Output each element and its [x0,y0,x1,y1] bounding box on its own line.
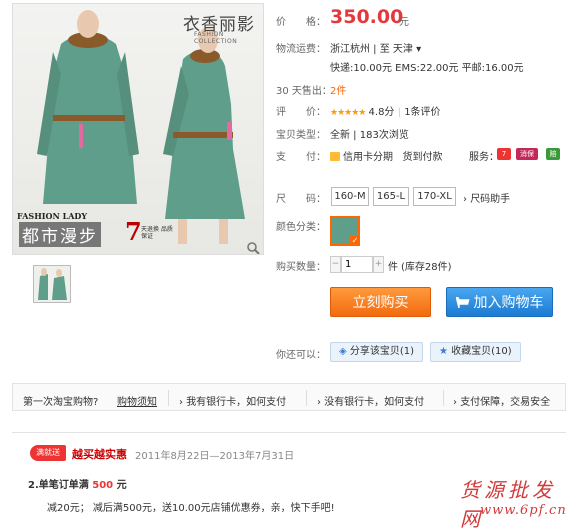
item-type-value: 全新 | 183次浏览 [330,130,409,141]
first-time-shopping-text: 第一次淘宝购物? [23,397,99,408]
promotion-period: 2011年8月22日—2013年7月31日 [135,451,295,462]
rating-label: 评 价： [276,107,326,118]
shopping-guide-link[interactable]: 购物须知 [117,393,157,408]
watermark-url: www.6pf.cn [480,503,567,518]
return-policy-text: 天退换 品质保证 [141,226,173,240]
consumer-protection-icon[interactable]: 消保 [516,148,538,160]
quantity-input[interactable] [341,256,373,273]
price-value: 350.00 [330,6,404,28]
promotion-title: 越买越实惠 [72,448,127,461]
review-count-link[interactable]: 1条评价 [404,107,440,118]
payment-label: 支 付： [276,152,326,163]
add-to-cart-label: 加入购物车 [473,295,544,311]
promotion-rule-amount: 500 [92,480,114,491]
thumbnail-dress-illustration [38,268,67,300]
promotion-badge: 满就送 [30,445,66,461]
divider [443,390,444,406]
thumbnail-image[interactable] [33,265,71,303]
stock-info: (库存28件) [401,262,452,273]
help-link-bank-card[interactable]: › 我有银行卡，如何支付 [179,393,286,408]
price-unit: 元 [399,17,409,28]
share-label: 你还可以： [276,350,326,361]
help-link-payment-security[interactable]: › 支付保障，交易安全 [453,393,550,408]
favorite-button-label: 收藏宝贝(10) [451,346,512,357]
item-type-label: 宝贝类型： [276,130,326,141]
fashion-lady-text: FASHION LADY [17,211,88,221]
share-button-label: 分享该宝贝(1) [349,346,415,357]
seven-day-return-icon[interactable]: 7 [497,148,511,160]
shipping-fees: 快递:10.00元 EMS:22.00元 平邮:16.00元 [330,63,524,74]
divider [168,390,169,406]
service-label: 服务： [469,152,499,163]
quantity-unit: 件 [388,262,398,273]
compensation-icon[interactable]: 赔 [546,148,560,160]
size-label: 尺 码： [276,194,326,205]
promotion-rule-prefix: 2.单笔订单满 [28,480,89,491]
cart-icon [455,297,470,308]
credit-card-icon [330,152,340,161]
size-option-165l[interactable]: 165-L [373,187,409,206]
share-icon: ◈ [339,346,350,357]
rating-block: ★★★★★ 4.8分 | 1条评价 [330,107,441,118]
quantity-decrease-button[interactable]: − [330,256,341,273]
help-link-no-bank-card-label: 没有银行卡，如何支付 [324,397,425,408]
brand-subtitle: FASHION COLLECTION [194,31,238,45]
size-option-170xl[interactable]: 170-XL [413,187,456,206]
sales-count: 2件 [330,86,347,97]
share-button[interactable]: ◈ 分享该宝贝(1) [330,342,424,362]
price-label: 价 格： [276,17,326,28]
help-link-no-bank-card[interactable]: › 没有银行卡，如何支付 [317,393,424,408]
divider [306,390,307,406]
size-helper-link[interactable]: › 尺码助手 [463,190,510,205]
quantity-increase-button[interactable]: + [373,256,384,273]
color-label: 颜色分类： [276,222,326,233]
logistics-label: 物流运费： [276,44,326,55]
selected-check-icon: ✓ [350,236,360,246]
watermark-text: 货源批发网 [460,478,556,530]
star-icon: ★ [439,346,452,357]
credit-installment[interactable]: 信用卡分期 [343,152,393,163]
help-link-bank-card-label: 我有银行卡，如何支付 [186,397,287,408]
payment-options: 信用卡分期 货到付款 [330,148,443,163]
favorite-button[interactable]: ★ 收藏宝贝(10) [430,342,521,362]
slogan-text: 都市漫步 [19,222,101,247]
quantity-label: 购买数量： [276,262,326,273]
color-swatch-green[interactable]: ✓ [330,216,360,246]
promotion-rule-suffix: 元 [116,480,127,491]
shipping-route[interactable]: 浙江杭州 | 至 天津 ▾ [330,40,421,55]
size-option-160m[interactable]: 160-M [331,187,369,206]
cash-on-delivery[interactable]: 货到付款 [403,152,443,163]
add-to-cart-button[interactable]: 加入购物车 [446,287,553,317]
buy-now-button[interactable]: 立刻购买 [330,287,431,317]
zoom-icon[interactable] [246,241,260,255]
return-days-number: 7 [125,217,142,246]
promotion-rule: 2.单笔订单满 500 元 [28,476,127,491]
size-helper-label: 尺码助手 [470,194,511,205]
sales-label: 30 天售出： [276,86,332,97]
promotion-detail: 减20元； 减后满500元，送10.00元店铺优惠券，亲，快下手吧! [47,503,335,514]
shopping-help-bar: 第一次淘宝购物? 购物须知 › 我有银行卡，如何支付 › 没有银行卡，如何支付 … [12,383,566,411]
rating-score: 4.8分 [368,107,395,118]
rating-stars-icon: ★★★★★ [330,108,366,118]
help-link-payment-security-label: 支付保障，交易安全 [460,397,551,408]
main-product-photo[interactable]: 衣香丽影 FASHION COLLECTION FASHION LADY 都市漫… [12,3,264,255]
